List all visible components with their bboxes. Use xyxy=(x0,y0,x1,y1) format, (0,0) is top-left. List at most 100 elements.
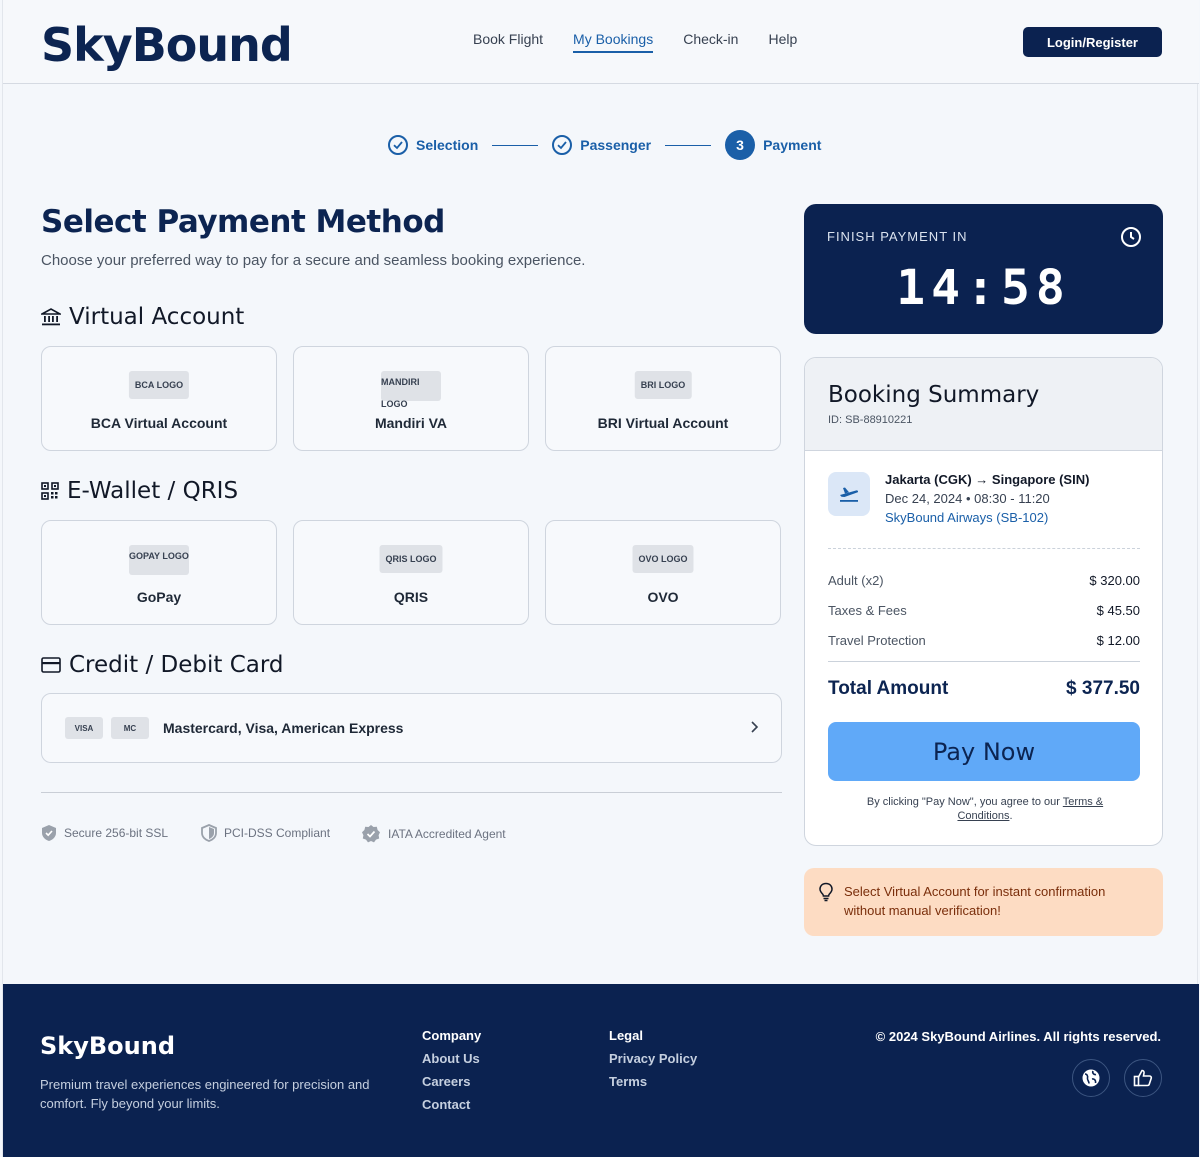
mandiri-logo: MANDIRI LOGO xyxy=(381,371,441,409)
footer: SkyBound Premium travel experiences engi… xyxy=(3,984,1199,1157)
footer-heading-legal: Legal xyxy=(609,1028,643,1043)
payment-option-bca[interactable]: BCA LOGO BCA Virtual Account xyxy=(41,346,277,451)
step-connector xyxy=(665,144,712,146)
footer-link-contact[interactable]: Contact xyxy=(422,1097,481,1112)
payment-option-bri[interactable]: BRI LOGO BRI Virtual Account xyxy=(545,346,781,451)
summary-title: Booking Summary xyxy=(828,382,1040,408)
step-payment: 3 Payment xyxy=(725,130,821,160)
footer-link-privacy[interactable]: Privacy Policy xyxy=(609,1051,697,1066)
step-number: 3 xyxy=(725,130,756,160)
option-label: GoPay xyxy=(136,589,182,605)
terms-prefix: By clicking "Pay Now", you agree to our xyxy=(866,796,1060,808)
chevron-right-icon xyxy=(749,719,759,740)
step-connector xyxy=(492,144,539,146)
booking-id: ID: SB-88910221 xyxy=(828,414,913,426)
trust-pci: PCI-DSS Compliant xyxy=(201,824,330,842)
step-selection: Selection xyxy=(388,135,478,155)
footer-link-about[interactable]: About Us xyxy=(422,1051,481,1066)
price-amount: $ 45.50 xyxy=(1096,603,1140,618)
main-nav: Book Flight My Bookings Check-in Help xyxy=(473,31,827,53)
price-label: Travel Protection xyxy=(828,633,926,648)
ovo-logo: OVO LOGO xyxy=(632,545,694,573)
card-types-text: Mastercard, Visa, American Express xyxy=(163,720,404,736)
footer-heading-company: Company xyxy=(422,1028,482,1043)
footer-description: Premium travel experiences engineered fo… xyxy=(40,1077,370,1111)
login-register-button[interactable]: Login/Register xyxy=(1023,27,1162,57)
section-title: E-Wallet / QRIS xyxy=(67,478,239,504)
bca-logo: BCA LOGO xyxy=(128,371,190,399)
footer-copyright: © 2024 SkyBound Airlines. All rights res… xyxy=(875,1029,1161,1044)
credit-card-heading: Credit / Debit Card xyxy=(41,652,284,678)
gopay-logo: GOPAY LOGO xyxy=(129,545,189,575)
option-label: Mandiri VA xyxy=(374,415,448,431)
trust-label: IATA Accredited Agent xyxy=(388,827,506,841)
verified-badge-icon xyxy=(362,825,380,843)
clock-icon xyxy=(1120,226,1142,253)
credit-card-option[interactable]: VISA MC Mastercard, Visa, American Expre… xyxy=(41,693,782,763)
page-subtitle: Choose your preferred way to pay for a s… xyxy=(41,252,586,269)
payment-option-gopay[interactable]: GOPAY LOGO GoPay xyxy=(41,520,277,625)
option-label: OVO xyxy=(647,589,679,605)
trust-iata: IATA Accredited Agent xyxy=(361,824,506,844)
nav-help[interactable]: Help xyxy=(768,31,797,53)
total-row: Total Amount $ 377.50 xyxy=(828,678,1140,700)
flight-time: Dec 24, 2024 • 08:30 - 11:20 xyxy=(885,491,1050,506)
visa-badge: VISA xyxy=(65,717,103,739)
footer-legal-links: Legal Privacy Policy Terms xyxy=(609,1028,697,1097)
terms-period: . xyxy=(1009,810,1013,822)
price-amount: $ 320.00 xyxy=(1089,573,1140,588)
ewallet-heading: E-Wallet / QRIS xyxy=(41,478,238,504)
credit-card-icon xyxy=(41,657,61,673)
footer-link-terms[interactable]: Terms xyxy=(609,1074,697,1089)
nav-my-bookings[interactable]: My Bookings xyxy=(573,31,654,53)
bri-logo: BRI LOGO xyxy=(634,371,692,399)
trust-label: Secure 256-bit SSL xyxy=(64,826,169,840)
shield-check-icon xyxy=(42,825,56,841)
tip-banner: Select Virtual Account for instant confi… xyxy=(804,868,1163,936)
price-label: Taxes & Fees xyxy=(828,603,907,618)
qris-logo: QRIS LOGO xyxy=(379,545,443,573)
globe-icon[interactable] xyxy=(1072,1059,1110,1097)
step-passenger: Passenger xyxy=(552,135,651,155)
price-amount: $ 12.00 xyxy=(1096,633,1140,648)
price-row-protection: Travel Protection $ 12.00 xyxy=(828,633,1140,648)
shield-half-icon xyxy=(201,824,217,842)
footer-company-links: Company About Us Careers Contact xyxy=(422,1028,481,1120)
tip-text: Select Virtual Account for instant confi… xyxy=(844,884,1106,918)
page-title: Select Payment Method xyxy=(41,204,445,240)
flight-info: Jakarta (CGK) → Singapore (SIN) Dec 24, … xyxy=(828,472,1089,525)
mastercard-badge: MC xyxy=(111,717,149,739)
booking-summary: Booking Summary ID: SB-88910221 Jakarta … xyxy=(804,357,1163,846)
check-icon xyxy=(552,135,573,155)
price-row-adult: Adult (x2) $ 320.00 xyxy=(828,573,1140,588)
thumbs-up-icon[interactable] xyxy=(1124,1059,1162,1097)
check-icon xyxy=(388,135,408,155)
nav-check-in[interactable]: Check-in xyxy=(683,31,738,53)
payment-option-mandiri[interactable]: MANDIRI LOGO Mandiri VA xyxy=(293,346,529,451)
terms-notice: By clicking "Pay Now", you agree to our … xyxy=(845,795,1125,823)
section-title: Credit / Debit Card xyxy=(69,652,284,678)
option-label: QRIS xyxy=(393,589,429,605)
step-label: Passenger xyxy=(580,137,652,153)
qr-code-icon xyxy=(41,482,59,500)
footer-link-careers[interactable]: Careers xyxy=(422,1074,481,1089)
top-header: SkyBound Book Flight My Bookings Check-i… xyxy=(3,0,1199,84)
payment-option-qris[interactable]: QRIS LOGO QRIS xyxy=(293,520,529,625)
virtual-account-heading: Virtual Account xyxy=(41,304,244,330)
flight-route: Jakarta (CGK) → Singapore (SIN) xyxy=(885,472,1090,487)
nav-book-flight[interactable]: Book Flight xyxy=(473,31,543,53)
timer-label: FINISH PAYMENT IN xyxy=(827,229,968,244)
flight-airline[interactable]: SkyBound Airways (SB-102) xyxy=(885,510,1089,525)
total-amount: $ 377.50 xyxy=(1066,678,1140,699)
summary-header: Booking Summary ID: SB-88910221 xyxy=(805,358,1162,451)
footer-logo: SkyBound xyxy=(40,1032,176,1060)
step-label: Payment xyxy=(763,137,822,153)
timer-value: 14:58 xyxy=(896,260,1071,316)
trust-label: PCI-DSS Compliant xyxy=(224,826,331,840)
pay-now-button[interactable]: Pay Now xyxy=(828,722,1140,781)
page: SkyBound Book Flight My Bookings Check-i… xyxy=(2,0,1199,1157)
checkout-stepper: Selection Passenger 3 Payment xyxy=(388,130,821,160)
payment-option-ovo[interactable]: OVO LOGO OVO xyxy=(545,520,781,625)
lightbulb-icon xyxy=(818,882,834,907)
brand-logo[interactable]: SkyBound xyxy=(41,18,293,72)
